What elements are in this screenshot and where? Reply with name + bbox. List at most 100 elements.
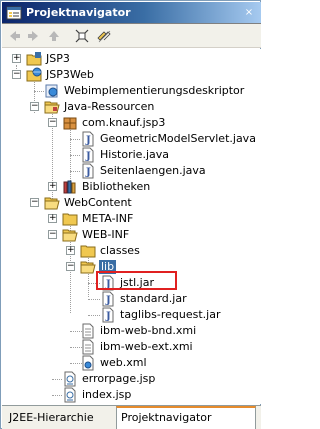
view-toolbar	[2, 24, 261, 48]
library-icon	[63, 180, 76, 194]
svg-text:J: J	[105, 295, 111, 306]
up-icon[interactable]	[46, 28, 62, 44]
deployment-descriptor-icon	[45, 84, 58, 98]
xml-file-icon	[82, 355, 94, 371]
back-icon[interactable]	[6, 28, 22, 44]
tab-j2ee-hierarchy[interactable]: J2EE-Hierarchie	[5, 408, 115, 428]
tree-item-label: index.jsp	[82, 388, 132, 401]
folder-icon	[80, 245, 96, 258]
tree-item-jsp3web[interactable]: − JSP3Web	[2, 67, 261, 83]
java-file-icon: J	[82, 131, 94, 147]
xmi-file-icon	[82, 323, 94, 339]
tree-item-label: classes	[100, 244, 140, 257]
expand-twisty[interactable]: +	[48, 214, 57, 223]
tree-item-label: META-INF	[82, 212, 134, 225]
tree-item-xmi[interactable]: ibm-web-bnd.xmi	[2, 323, 261, 339]
view-tabbar: J2EE-Hierarchie Projektnavigator	[2, 405, 261, 429]
tree-item-label: errorpage.jsp	[82, 372, 156, 385]
tree-item-label: GeometricModelServlet.java	[100, 132, 256, 145]
svg-text:J: J	[105, 311, 111, 322]
tree-line	[88, 299, 100, 300]
tree-item-webcontent[interactable]: − WebContent	[2, 195, 261, 211]
tree-item-java-resources[interactable]: − Java-Ressourcen	[2, 99, 261, 115]
tree-item-classes[interactable]: + classes	[2, 243, 261, 259]
tree-line	[70, 171, 80, 172]
collapse-twisty[interactable]: −	[30, 198, 39, 207]
tree-line	[88, 315, 100, 316]
tree-line	[70, 155, 80, 156]
project-navigator-view: Projektnavigator × + JSP3 − JSP3Web Webi…	[0, 0, 261, 429]
tree-item-java-file[interactable]: J Seitenlaengen.java	[2, 163, 261, 179]
tab-project-navigator[interactable]: Projektnavigator	[116, 406, 256, 429]
web-project-icon	[26, 67, 42, 82]
project-icon	[26, 52, 42, 66]
tree-item-label: ibm-web-bnd.xmi	[100, 324, 197, 337]
tree-item-xml[interactable]: web.xml	[2, 355, 261, 371]
tree-item-label: JSP3	[46, 52, 70, 65]
collapse-all-icon[interactable]	[74, 28, 90, 44]
highlight-box	[96, 271, 177, 290]
folder-open-icon	[62, 229, 78, 242]
tree-item-deployment-descriptor[interactable]: Webimplementierungsdeskriptor	[2, 83, 261, 99]
forward-icon[interactable]	[26, 28, 42, 44]
project-tree: + JSP3 − JSP3Web Webimplementierungsdesk…	[2, 49, 261, 404]
svg-text:J: J	[85, 167, 91, 178]
tree-item-label: Seitenlaengen.java	[100, 164, 206, 177]
tree-item-java-file[interactable]: J GeometricModelServlet.java	[2, 131, 261, 147]
expand-twisty[interactable]: +	[48, 182, 57, 191]
tree-item-package[interactable]: − com.knauf.jsp3	[2, 115, 261, 131]
tree-item-meta-inf[interactable]: + META-INF	[2, 211, 261, 227]
expand-twisty[interactable]: +	[66, 246, 75, 255]
collapse-twisty[interactable]: −	[66, 262, 75, 271]
tree-item-java-file[interactable]: J Historie.java	[2, 147, 261, 163]
java-file-icon: J	[82, 163, 94, 179]
view-titlebar: Projektnavigator ×	[2, 2, 261, 24]
tree-item-label: WebContent	[64, 196, 132, 209]
folder-open-icon	[44, 101, 60, 114]
view-title: Projektnavigator	[26, 6, 131, 19]
tree-item-jar[interactable]: J taglibs-request.jar	[2, 307, 261, 323]
jsp-file-icon	[64, 371, 76, 387]
tree-item-label: WEB-INF	[82, 228, 130, 241]
link-with-editor-icon[interactable]	[96, 28, 112, 44]
tree-item-label: Webimplementierungsdeskriptor	[64, 84, 245, 97]
tree-item-label: taglibs-request.jar	[120, 308, 221, 321]
tree-line	[52, 379, 62, 380]
svg-text:J: J	[85, 135, 91, 146]
svg-text:J: J	[85, 151, 91, 162]
collapse-twisty[interactable]: −	[48, 230, 57, 239]
collapse-twisty[interactable]: −	[30, 102, 39, 111]
tree-line	[34, 91, 44, 92]
jar-file-icon: J	[102, 291, 114, 307]
tree-item-label: Historie.java	[100, 148, 169, 161]
tree-item-jsp3[interactable]: + JSP3	[2, 51, 261, 67]
tree-item-web-inf[interactable]: − WEB-INF	[2, 227, 261, 243]
jar-file-icon: J	[102, 307, 114, 323]
expand-twisty[interactable]: +	[12, 54, 21, 63]
tree-line	[70, 139, 80, 140]
navigator-icon	[6, 6, 22, 20]
tree-item-label: Bibliotheken	[82, 180, 151, 193]
jsp-file-icon	[64, 387, 76, 403]
tree-line	[52, 395, 62, 396]
close-icon[interactable]: ×	[241, 5, 257, 20]
tree-item-label: standard.jar	[120, 292, 187, 305]
tree-item-jar[interactable]: J standard.jar	[2, 291, 261, 307]
tree-item-jsp[interactable]: index.jsp	[2, 387, 261, 403]
xmi-file-icon	[82, 339, 94, 355]
tree-item-libraries[interactable]: + Bibliotheken	[2, 179, 261, 195]
folder-open-icon	[44, 197, 60, 210]
collapse-twisty[interactable]: −	[48, 118, 57, 127]
tree-item-label: Java-Ressourcen	[64, 100, 155, 113]
tree-item-jsp[interactable]: errorpage.jsp	[2, 371, 261, 387]
package-icon	[63, 117, 77, 130]
folder-open-icon	[80, 261, 96, 274]
collapse-twisty[interactable]: −	[12, 70, 21, 79]
tree-item-label: web.xml	[100, 356, 147, 369]
tree-item-label: com.knauf.jsp3	[82, 116, 166, 129]
java-file-icon: J	[82, 147, 94, 163]
tree-item-label: JSP3Web	[46, 68, 94, 81]
tree-item-label: ibm-web-ext.xmi	[100, 340, 193, 353]
folder-icon	[62, 213, 78, 226]
tree-item-xmi[interactable]: ibm-web-ext.xmi	[2, 339, 261, 355]
